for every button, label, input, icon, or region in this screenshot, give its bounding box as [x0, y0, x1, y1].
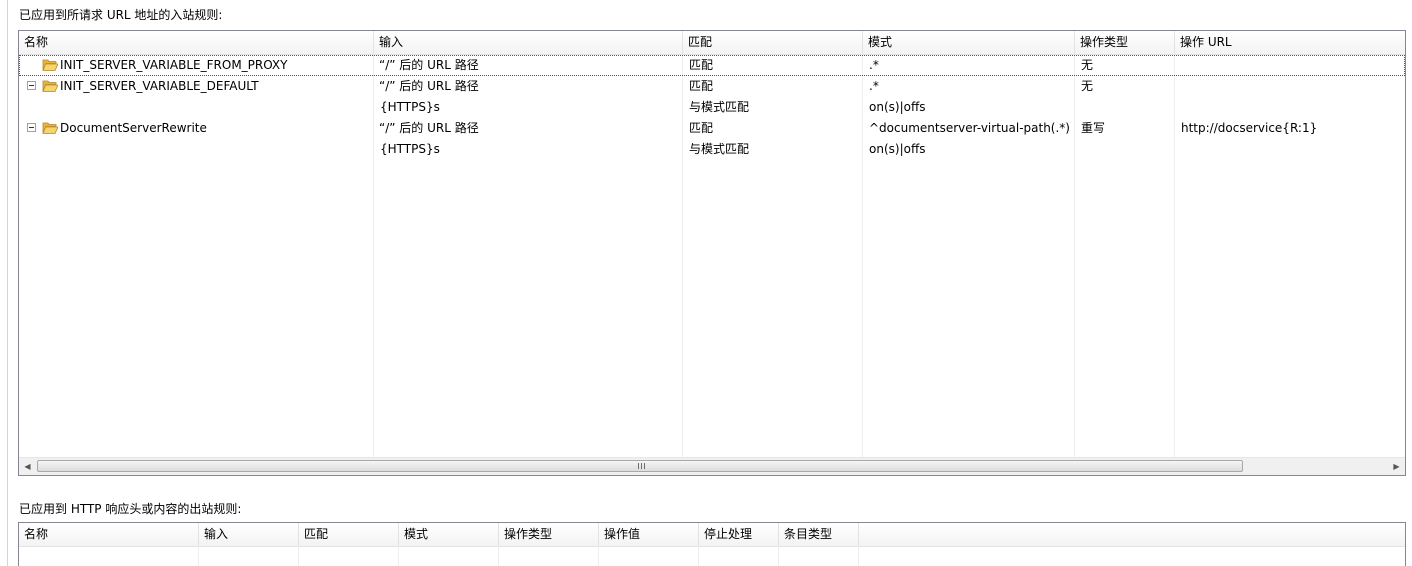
- column-divider: [498, 546, 499, 566]
- rule-input: {HTTPS}s: [380, 142, 440, 156]
- rule-action-type: 无: [1081, 58, 1094, 72]
- grip-line: [638, 463, 639, 469]
- column-header-action-url[interactable]: 操作 URL: [1175, 31, 1405, 54]
- inbound-header-row: 名称 输入 匹配 模式 操作类型 操作 URL: [19, 31, 1405, 55]
- rule-pattern: .*: [869, 79, 879, 93]
- column-header-action-type[interactable]: 操作类型: [499, 523, 599, 546]
- rule-action-url: [1181, 139, 1401, 160]
- rule-action-type: [1081, 139, 1171, 160]
- column-divider: [698, 546, 699, 566]
- collapse-minus-icon[interactable]: [27, 123, 36, 132]
- column-header-stop-processing[interactable]: 停止处理: [699, 523, 779, 546]
- column-header-match[interactable]: 匹配: [683, 31, 863, 54]
- scrollbar-thumb[interactable]: [37, 460, 1243, 472]
- rule-row[interactable]: DocumentServerRewrite “/” 后的 URL 路径 匹配 ^…: [19, 118, 1405, 139]
- rule-row[interactable]: INIT_SERVER_VARIABLE_DEFAULT “/” 后的 URL …: [19, 76, 1405, 97]
- rule-match: 与模式匹配: [689, 100, 750, 114]
- rule-match: 匹配: [689, 58, 714, 72]
- column-header-input[interactable]: 输入: [374, 31, 683, 54]
- column-divider: [398, 546, 399, 566]
- left-edge: [0, 0, 8, 566]
- outbound-rules-title: 已应用到 HTTP 响应头或内容的出站规则:: [19, 502, 242, 516]
- column-divider: [778, 546, 779, 566]
- column-header-name[interactable]: 名称: [19, 523, 199, 546]
- rule-input: “/” 后的 URL 路径: [379, 79, 479, 93]
- folder-open-icon: [42, 122, 58, 134]
- rule-action-url: http://docservice{R:1}: [1181, 121, 1318, 135]
- rule-action-type: 无: [1081, 79, 1094, 93]
- column-divider: [598, 546, 599, 566]
- grip-line: [641, 463, 642, 469]
- column-header-entry-type[interactable]: 条目类型: [779, 523, 859, 546]
- rule-action-type: 重写: [1081, 121, 1106, 135]
- inbound-rules-grid[interactable]: 名称 输入 匹配 模式 操作类型 操作 URL INIT_SERVER_VARI…: [18, 30, 1406, 476]
- scroll-left-icon[interactable]: ◀: [19, 458, 36, 475]
- rule-pattern: ^documentserver-virtual-path(.*): [869, 121, 1070, 135]
- collapse-minus-icon[interactable]: [27, 81, 36, 90]
- rule-row[interactable]: INIT_SERVER_VARIABLE_FROM_PROXY “/” 后的 U…: [19, 55, 1405, 76]
- column-divider: [198, 546, 199, 566]
- rule-name: [60, 97, 372, 118]
- folder-open-icon: [42, 80, 58, 92]
- column-header-match[interactable]: 匹配: [299, 523, 399, 546]
- rule-pattern: on(s)|offs: [869, 100, 926, 114]
- rule-name: INIT_SERVER_VARIABLE_FROM_PROXY: [60, 58, 288, 72]
- folder-open-icon: [42, 59, 58, 71]
- rule-pattern: .*: [869, 58, 879, 72]
- column-header-input[interactable]: 输入: [199, 523, 299, 546]
- rule-match: 匹配: [689, 121, 714, 135]
- rule-input: “/” 后的 URL 路径: [379, 121, 479, 135]
- rule-name: [60, 139, 372, 160]
- outbound-rules-grid[interactable]: 名称 输入 匹配 模式 操作类型 操作值 停止处理 条目类型: [18, 522, 1406, 566]
- rule-name: DocumentServerRewrite: [60, 121, 207, 135]
- rule-action-url: [1181, 55, 1401, 76]
- column-header-pattern[interactable]: 模式: [863, 31, 1075, 54]
- column-header-action-type[interactable]: 操作类型: [1075, 31, 1175, 54]
- rule-pattern: on(s)|offs: [869, 142, 926, 156]
- rule-match: 与模式匹配: [689, 142, 750, 156]
- rule-input: {HTTPS}s: [380, 100, 440, 114]
- rules-panel: 已应用到所请求 URL 地址的入站规则: 名称 输入 匹配 模式 操作类型 操作…: [0, 0, 1412, 566]
- scroll-right-icon[interactable]: ▶: [1388, 458, 1405, 475]
- condition-row[interactable]: {HTTPS}s 与模式匹配 on(s)|offs: [19, 97, 1405, 118]
- inbound-rules-title: 已应用到所请求 URL 地址的入站规则:: [19, 8, 223, 22]
- rule-action-type: [1081, 97, 1171, 118]
- column-header-action-value[interactable]: 操作值: [599, 523, 699, 546]
- grip-line: [644, 463, 645, 469]
- rule-name: INIT_SERVER_VARIABLE_DEFAULT: [60, 79, 259, 93]
- column-divider: [858, 546, 859, 566]
- rule-input: “/” 后的 URL 路径: [379, 58, 479, 72]
- rule-action-url: [1181, 97, 1401, 118]
- column-header-pattern[interactable]: 模式: [399, 523, 499, 546]
- rule-action-url: [1181, 76, 1401, 97]
- column-divider: [298, 546, 299, 566]
- condition-row[interactable]: {HTTPS}s 与模式匹配 on(s)|offs: [19, 139, 1405, 160]
- column-header-name[interactable]: 名称: [19, 31, 374, 54]
- rule-match: 匹配: [689, 79, 714, 93]
- outbound-header-row: 名称 输入 匹配 模式 操作类型 操作值 停止处理 条目类型: [19, 523, 1405, 547]
- horizontal-scrollbar[interactable]: ◀ ▶: [19, 457, 1405, 475]
